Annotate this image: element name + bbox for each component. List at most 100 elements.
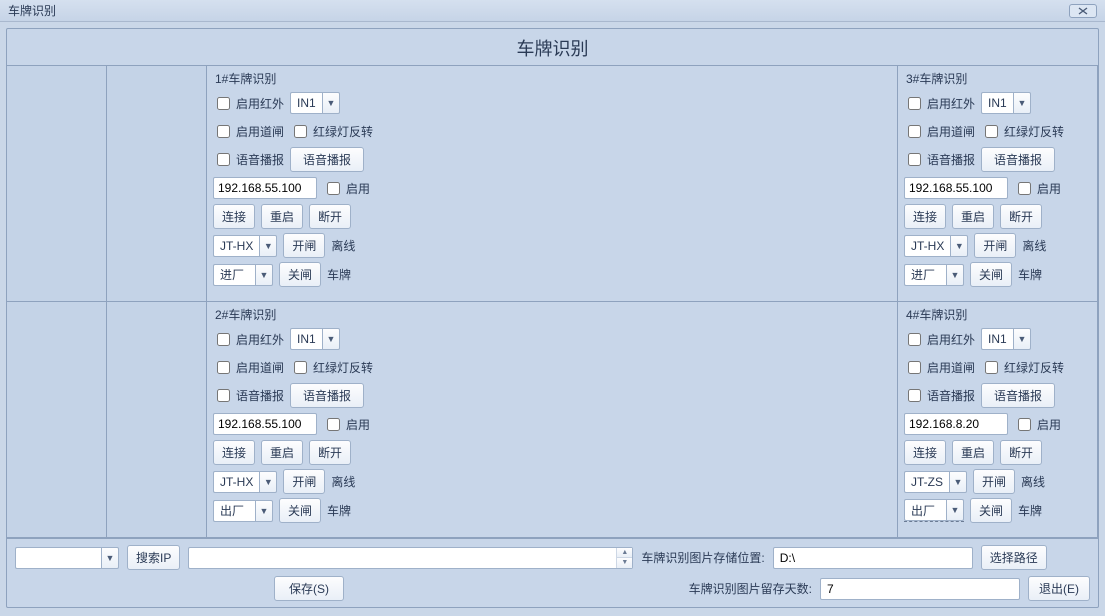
chk-voice[interactable]: 语音播报 <box>213 386 284 405</box>
select-direction[interactable]: 进厂▼ <box>904 264 964 286</box>
panel-1: 1#车牌识别 启用红外 IN1▼ 启用道闸 红绿灯反转 语音播报 语音播报 启用… <box>206 65 898 302</box>
chk-enable-ir[interactable]: 启用红外 <box>904 330 975 349</box>
chk-voice[interactable]: 语音播报 <box>213 150 284 169</box>
chk-enable-gate[interactable]: 启用道闸 <box>213 122 284 141</box>
voice-button[interactable]: 语音播报 <box>981 383 1055 408</box>
chevron-down-icon: ▼ <box>259 471 277 493</box>
select-device[interactable]: JT-HX▼ <box>213 471 277 493</box>
select-device[interactable]: JT-HX▼ <box>213 235 277 257</box>
main-frame: 车牌识别 1#车牌识别 启用红外 IN1▼ 启用道闸 红绿灯反转 语音播报 语音… <box>6 28 1099 608</box>
panel-3: 3#车牌识别 启用红外 IN1▼ 启用道闸 红绿灯反转 语音播报 语音播报 启用… <box>897 65 1098 302</box>
close-button[interactable] <box>1069 4 1097 18</box>
chk-traffic-invert[interactable]: 红绿灯反转 <box>981 358 1064 377</box>
status-label: 离线 <box>331 237 359 254</box>
chk-enable-gate[interactable]: 启用道闸 <box>904 358 975 377</box>
ip-input[interactable] <box>213 413 317 435</box>
chk-voice[interactable]: 语音播报 <box>904 150 975 169</box>
open-gate-button[interactable]: 开闸 <box>283 233 325 258</box>
chk-traffic-invert[interactable]: 红绿灯反转 <box>981 122 1064 141</box>
close-icon <box>1078 7 1088 15</box>
chk-enable-ir[interactable]: 启用红外 <box>213 330 284 349</box>
close-gate-button[interactable]: 关闸 <box>279 262 321 287</box>
chk-enable[interactable]: 启用 <box>1014 415 1061 434</box>
plate-label: 车牌 <box>1018 266 1046 283</box>
ip-input[interactable] <box>904 177 1008 199</box>
close-gate-button[interactable]: 关闸 <box>279 498 321 523</box>
select-direction[interactable]: 出厂▼ <box>213 500 273 522</box>
chk-enable-gate[interactable]: 启用道闸 <box>213 358 284 377</box>
select-direction[interactable]: 出厂▼ <box>904 499 964 522</box>
select-in-channel[interactable]: IN1▼ <box>981 92 1031 114</box>
chk-enable-ir[interactable]: 启用红外 <box>213 94 284 113</box>
chk-enable-ir[interactable]: 启用红外 <box>904 94 975 113</box>
disconnect-button[interactable]: 断开 <box>309 440 351 465</box>
content-grid: 1#车牌识别 启用红外 IN1▼ 启用道闸 红绿灯反转 语音播报 语音播报 启用… <box>7 65 1098 539</box>
select-in-channel[interactable]: IN1▼ <box>290 328 340 350</box>
chevron-down-icon: ▼ <box>946 499 964 521</box>
chevron-down-icon: ▼ <box>949 471 967 493</box>
chk-enable[interactable]: 启用 <box>1014 179 1061 198</box>
open-gate-button[interactable]: 开闸 <box>973 469 1015 494</box>
plate-label: 车牌 <box>1018 502 1046 519</box>
status-label: 离线 <box>1022 237 1050 254</box>
chevron-down-icon: ▼ <box>259 235 277 257</box>
voice-button[interactable]: 语音播报 <box>290 147 364 172</box>
close-gate-button[interactable]: 关闸 <box>970 498 1012 523</box>
search-ip-combo[interactable]: ▼ <box>15 547 119 569</box>
select-device[interactable]: JT-ZS▼ <box>904 471 967 493</box>
search-ip-button[interactable]: 搜索IP <box>127 545 180 570</box>
panel-4: 4#车牌识别 启用红外 IN1▼ 启用道闸 红绿灯反转 语音播报 语音播报 启用… <box>897 301 1098 538</box>
connect-button[interactable]: 连接 <box>213 204 255 229</box>
window-title: 车牌识别 <box>8 2 56 19</box>
connect-button[interactable]: 连接 <box>904 204 946 229</box>
chk-voice[interactable]: 语音播报 <box>904 386 975 405</box>
connect-button[interactable]: 连接 <box>213 440 255 465</box>
select-in-channel[interactable]: IN1▼ <box>290 92 340 114</box>
reboot-button[interactable]: 重启 <box>952 440 994 465</box>
close-gate-button[interactable]: 关闸 <box>970 262 1012 287</box>
titlebar: 车牌识别 <box>0 0 1105 22</box>
panel-title: 3#车牌识别 <box>904 70 1091 87</box>
spin-down-icon[interactable]: ▼ <box>617 558 632 568</box>
voice-button[interactable]: 语音播报 <box>981 147 1055 172</box>
chevron-down-icon: ▼ <box>950 235 968 257</box>
bottom-bar: ▼ 搜索IP ▲▼ 车牌识别图片存储位置: 选择路径 保存(S) 车牌识别图片留… <box>7 539 1098 607</box>
chk-enable[interactable]: 启用 <box>323 179 370 198</box>
img-path-input[interactable] <box>773 547 973 569</box>
plate-label: 车牌 <box>327 502 355 519</box>
plate-label: 车牌 <box>327 266 355 283</box>
choose-path-button[interactable]: 选择路径 <box>981 545 1047 570</box>
open-gate-button[interactable]: 开闸 <box>283 469 325 494</box>
keep-days-input[interactable] <box>820 578 1020 600</box>
disconnect-button[interactable]: 断开 <box>1000 440 1042 465</box>
keep-days-label: 车牌识别图片留存天数: <box>689 580 812 597</box>
status-label: 离线 <box>1021 473 1049 490</box>
save-button[interactable]: 保存(S) <box>274 576 344 601</box>
reboot-button[interactable]: 重启 <box>952 204 994 229</box>
panel-title: 1#车牌识别 <box>213 70 891 87</box>
chevron-down-icon: ▼ <box>1013 328 1031 350</box>
chk-enable-gate[interactable]: 启用道闸 <box>904 122 975 141</box>
spin-up-icon[interactable]: ▲ <box>617 548 632 559</box>
ip-input[interactable] <box>213 177 317 199</box>
video-area <box>7 66 207 538</box>
chevron-down-icon: ▼ <box>946 264 964 286</box>
disconnect-button[interactable]: 断开 <box>1000 204 1042 229</box>
chk-traffic-invert[interactable]: 红绿灯反转 <box>290 122 373 141</box>
panel-title: 4#车牌识别 <box>904 306 1091 323</box>
connect-button[interactable]: 连接 <box>904 440 946 465</box>
result-spinner[interactable]: ▲▼ <box>188 547 633 569</box>
select-in-channel[interactable]: IN1▼ <box>981 328 1031 350</box>
disconnect-button[interactable]: 断开 <box>309 204 351 229</box>
select-device[interactable]: JT-HX▼ <box>904 235 968 257</box>
reboot-button[interactable]: 重启 <box>261 204 303 229</box>
chk-enable[interactable]: 启用 <box>323 415 370 434</box>
open-gate-button[interactable]: 开闸 <box>974 233 1016 258</box>
voice-button[interactable]: 语音播报 <box>290 383 364 408</box>
exit-button[interactable]: 退出(E) <box>1028 576 1090 601</box>
select-direction[interactable]: 进厂▼ <box>213 264 273 286</box>
reboot-button[interactable]: 重启 <box>261 440 303 465</box>
ip-input[interactable] <box>904 413 1008 435</box>
chk-traffic-invert[interactable]: 红绿灯反转 <box>290 358 373 377</box>
status-label: 离线 <box>331 473 359 490</box>
